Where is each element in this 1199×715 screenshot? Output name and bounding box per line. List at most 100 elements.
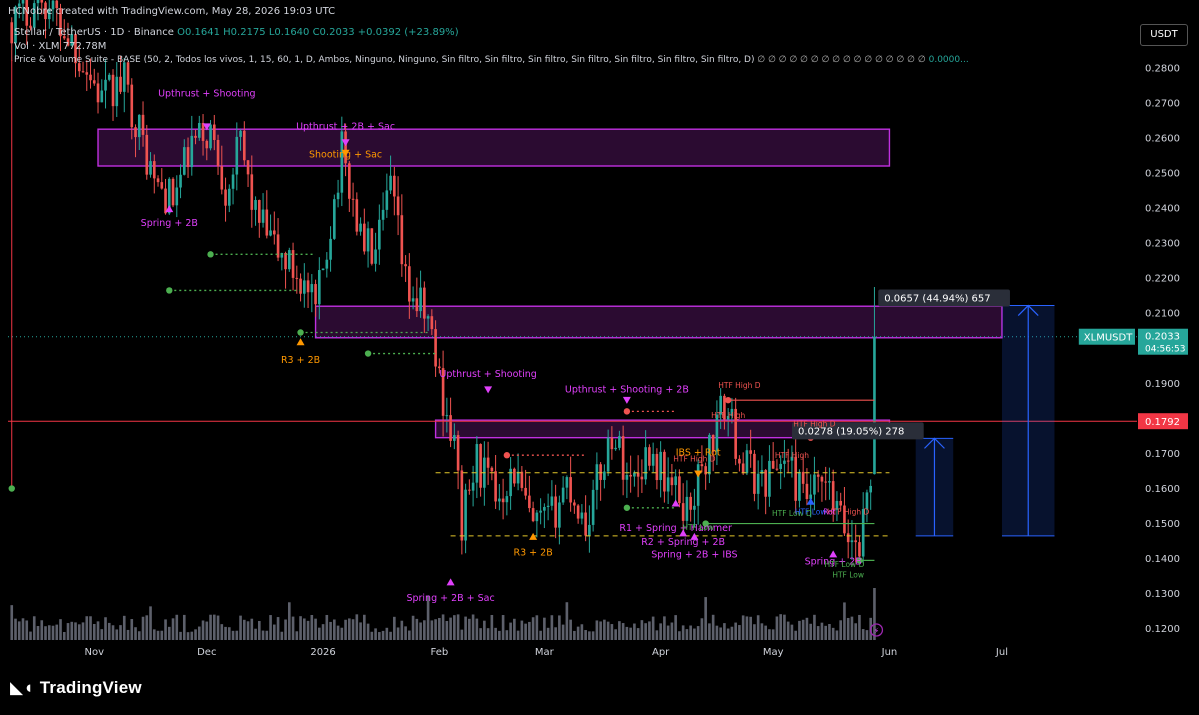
volume-bar <box>760 623 764 640</box>
volume-bar <box>333 619 336 640</box>
candle-body <box>351 198 355 200</box>
candle-body <box>663 451 666 492</box>
y-tick-label: 0.1700 <box>1145 449 1180 460</box>
volume-bar <box>693 628 696 640</box>
volume-bar <box>700 618 704 640</box>
candle-body <box>565 477 569 488</box>
htf-label: HTF High D <box>793 420 836 429</box>
candle-body <box>201 123 205 141</box>
volume-bar <box>321 624 325 640</box>
candle-body <box>423 287 426 319</box>
candle-body <box>363 223 366 252</box>
volume-bar <box>858 614 861 640</box>
candle-body <box>610 437 614 450</box>
candle-body <box>385 190 389 210</box>
volume-bar <box>783 614 786 640</box>
x-tick-label: Jun <box>881 647 898 658</box>
candle-body <box>614 447 617 450</box>
volume-bar <box>486 628 490 640</box>
x-tick-label: Dec <box>197 647 216 658</box>
volume-bar <box>385 627 389 640</box>
volume-bar <box>134 627 137 640</box>
candle-body <box>130 84 134 128</box>
y-tick-label: 0.2100 <box>1145 309 1180 320</box>
volume-bar <box>62 631 66 640</box>
signal-label: Spring + 2B + Sac <box>406 593 494 604</box>
candle-body <box>220 166 224 190</box>
volume-bar <box>239 615 242 640</box>
candle-body <box>411 298 415 302</box>
volume-bar <box>580 624 584 640</box>
candle-body <box>505 496 509 503</box>
candle-body <box>85 72 89 75</box>
x-tick-label: Apr <box>652 647 670 658</box>
candle-body <box>393 175 396 197</box>
candle-body <box>325 259 329 269</box>
candle-body <box>550 496 554 506</box>
candle-body <box>434 329 437 367</box>
price-label: 0.1792 <box>1145 417 1180 428</box>
volume-bar <box>393 616 396 640</box>
y-tick-label: 0.2600 <box>1145 133 1180 144</box>
volume-bar <box>753 624 756 640</box>
volume-bar <box>449 617 452 640</box>
volume-bar <box>254 628 257 640</box>
volume-bar <box>820 622 824 640</box>
candle-body <box>464 489 467 541</box>
candle-body <box>591 489 595 525</box>
volume-bar <box>231 630 235 640</box>
candle-body <box>576 505 580 519</box>
chart-area[interactable]: 0.29000.28000.27000.26000.25000.24000.23… <box>0 0 1199 711</box>
volume-bar <box>565 602 569 640</box>
candle-body <box>813 474 816 495</box>
price-chart[interactable]: 0.29000.28000.27000.26000.25000.24000.23… <box>0 0 1199 711</box>
volume-bar <box>606 621 610 640</box>
candle-body <box>81 71 85 73</box>
candle-body <box>175 187 179 206</box>
x-tick-label: Nov <box>85 647 105 658</box>
legend-indicator-value: 0.0000... <box>928 55 969 65</box>
volume-bar <box>378 632 381 640</box>
volume-bar <box>850 616 854 640</box>
y-tick-label: 0.2200 <box>1145 274 1180 285</box>
volume-bar <box>389 631 392 640</box>
candle-body <box>513 468 516 484</box>
volume-bar <box>441 614 445 640</box>
candle-body <box>287 250 291 270</box>
candle-body <box>374 249 377 264</box>
candle-body <box>381 209 385 220</box>
volume-bar <box>861 629 865 640</box>
y-tick-label: 0.1500 <box>1145 519 1180 530</box>
candle-body <box>115 76 119 107</box>
volume-bar <box>81 622 85 640</box>
volume-bar <box>633 623 636 640</box>
volume-bar <box>182 614 186 640</box>
volume-bar <box>498 630 501 640</box>
candle-body <box>850 540 854 543</box>
pivot-dot <box>364 350 372 357</box>
volume-bar <box>111 625 115 640</box>
volume-bar <box>201 620 205 640</box>
candle-body <box>839 500 842 506</box>
volume-bar <box>768 629 771 640</box>
volume-bar <box>209 614 212 640</box>
volume-bar <box>726 628 730 640</box>
volume-bar <box>36 626 40 640</box>
volume-bar <box>17 621 21 640</box>
volume-bar <box>205 621 209 640</box>
candle-body <box>419 287 422 312</box>
volume-bar <box>813 614 816 640</box>
volume-bar <box>216 615 220 640</box>
volume-bar <box>509 622 512 640</box>
volume-bar <box>674 615 677 640</box>
candle-body <box>756 473 760 494</box>
tradingview-logo: ◣◖ TradingView <box>10 678 142 698</box>
currency-button[interactable]: USDT <box>1140 24 1188 46</box>
pivot-dot <box>623 408 631 415</box>
candle-body <box>828 481 831 483</box>
volume-bar <box>528 621 531 640</box>
volume-bar <box>828 624 831 640</box>
candle-body <box>329 238 332 260</box>
htf-label: HTF High <box>775 451 809 460</box>
pivot-dot <box>166 287 173 294</box>
